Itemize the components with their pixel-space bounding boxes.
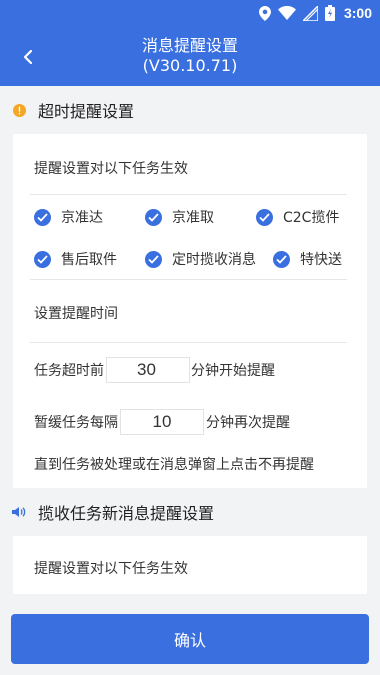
checkmark-icon [34,250,51,268]
reminder-note: 直到任务被处理或在消息弹窗上点击不再提醒 [34,457,314,473]
timeout-section-title: 超时提醒设置 [38,102,135,121]
speaker-icon [12,507,26,517]
timeout-row: 任务超时前 分钟开始提醒 [34,357,275,383]
timeout-settings-card: 提醒设置对以下任务生效 京准达 京准取 C2C揽件 售后取件 定时揽收消息 特快… [13,134,367,488]
location-icon [258,5,271,21]
checkbox-task-type[interactable]: 京准取 [145,207,214,227]
reminder-time-label: 设置提醒时间 [34,306,118,322]
warning-icon [12,103,26,117]
checkbox-label: 京准达 [61,210,103,226]
divider [30,342,347,343]
divider [30,279,347,280]
page-title: 消息提醒设置 [141,36,238,55]
title-bar: 消息提醒设置 (V30.10.71) [0,28,380,86]
checkbox-task-type[interactable]: 定时揽收消息 [145,249,256,269]
checkbox-label: C2C揽件 [283,210,340,226]
timeout-suffix-label: 分钟开始提醒 [191,363,275,379]
status-time: 3:00 [343,5,372,21]
timeout-minutes-input[interactable] [106,357,190,383]
pickup-section-header: 揽收任务新消息提醒设置 [0,490,380,534]
checkmark-icon [145,250,162,268]
signal-icon [302,5,318,21]
divider [30,194,347,195]
app-version: (V30.10.71) [142,56,238,75]
checkmark-icon [34,208,51,226]
pickup-settings-card: 提醒设置对以下任务生效 [13,536,367,594]
checkbox-label: 定时揽收消息 [172,252,256,268]
snooze-suffix-label: 分钟再次提醒 [206,415,290,431]
status-bar: 3:00 [0,0,380,28]
checkmark-icon [145,208,162,226]
checkbox-task-type[interactable]: 京准达 [34,207,103,227]
checkbox-task-type[interactable]: C2C揽件 [256,207,339,227]
timeout-prefix-label: 任务超时前 [34,363,104,379]
checkbox-task-type[interactable]: 售后取件 [34,249,117,269]
checkbox-label: 售后取件 [61,252,117,268]
snooze-row: 暂缓任务每隔 分钟再次提醒 [34,409,290,435]
wifi-icon [277,6,296,20]
checkbox-task-type[interactable]: 特快送 [273,249,342,269]
confirm-button[interactable]: 确认 [11,614,369,664]
timeout-section-header: 超时提醒设置 [0,88,380,132]
snooze-prefix-label: 暂缓任务每隔 [34,415,118,431]
checkbox-label: 京准取 [172,210,214,226]
checkmark-icon [256,208,273,226]
battery-icon [324,5,335,21]
effective-tasks-label: 提醒设置对以下任务生效 [34,561,188,577]
effective-tasks-label: 提醒设置对以下任务生效 [34,161,188,177]
checkbox-label: 特快送 [300,252,342,268]
snooze-minutes-input[interactable] [120,409,204,435]
chevron-left-icon [23,49,33,65]
pickup-section-title: 揽收任务新消息提醒设置 [38,504,215,523]
back-button[interactable] [10,40,46,74]
checkmark-icon [273,250,290,268]
